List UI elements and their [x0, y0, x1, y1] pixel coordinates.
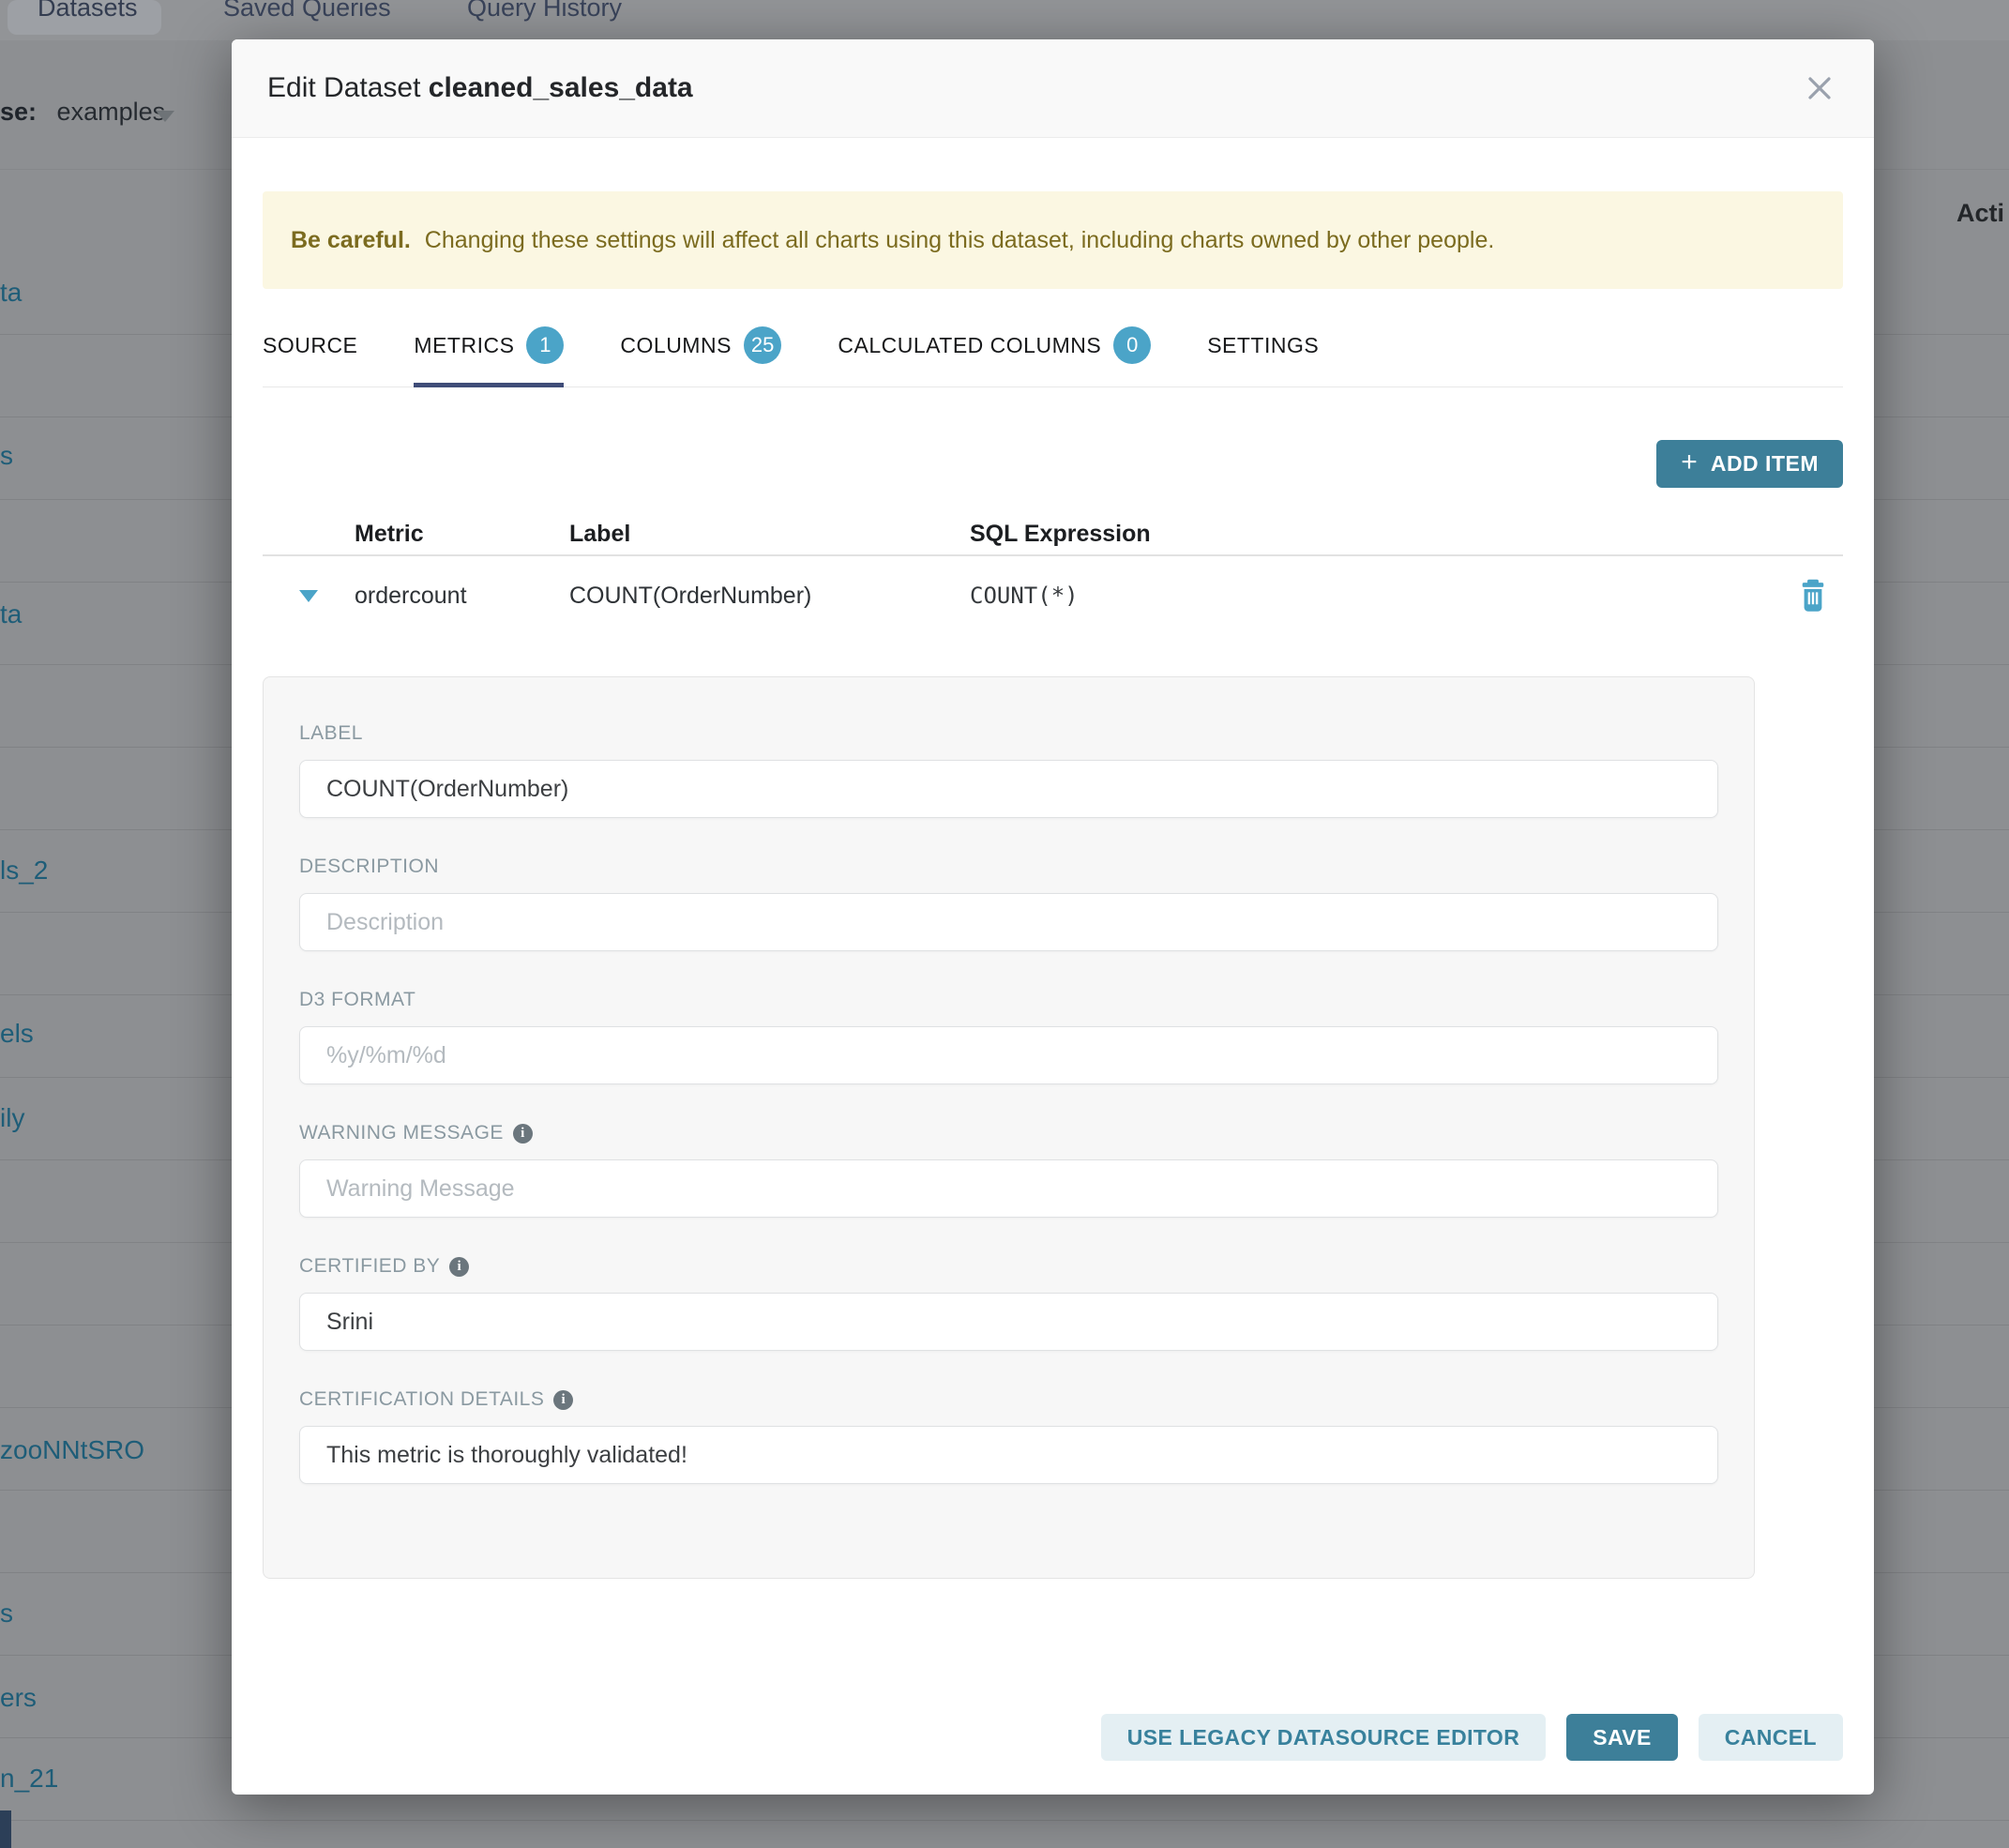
- certification-details-field: CERTIFICATION DETAILS: [299, 1388, 1718, 1484]
- warning-banner-bold: Be careful.: [291, 227, 411, 253]
- background-tab-datasets: Datasets: [38, 0, 138, 23]
- background-bottom-left-element: [0, 1810, 11, 1848]
- warning-banner: Be careful. Changing these settings will…: [263, 191, 1843, 289]
- description-field: DESCRIPTION: [299, 856, 1718, 951]
- collapse-row-caret-icon[interactable]: [299, 590, 318, 602]
- metrics-count-badge: 1: [526, 326, 564, 364]
- tab-columns-label: COLUMNS: [620, 333, 732, 358]
- label-column-header: Label: [569, 521, 970, 548]
- background-actions-column-header: Acti: [1956, 199, 2004, 228]
- metric-label: COUNT(OrderNumber): [569, 583, 970, 610]
- plus-icon: +: [1681, 448, 1698, 477]
- trash-icon: [1798, 579, 1828, 613]
- d3-format-field-label-text: D3 FORMAT: [299, 989, 415, 1011]
- d3-format-field: D3 FORMAT: [299, 989, 1718, 1084]
- metric-column-header: Metric: [355, 521, 569, 548]
- warning-message-field-label-text: WARNING MESSAGE: [299, 1122, 504, 1144]
- save-button[interactable]: SAVE: [1566, 1714, 1678, 1761]
- background-dataset-name-fragment: ta: [0, 278, 22, 308]
- background-database-filter: se: examples: [0, 98, 165, 127]
- info-icon: [449, 1257, 469, 1277]
- modal-body: Be careful. Changing these settings will…: [232, 138, 1874, 1714]
- background-dataset-name-fragment: ily: [0, 1103, 24, 1133]
- certification-details-input[interactable]: [299, 1426, 1718, 1484]
- warning-message-field: WARNING MESSAGE: [299, 1122, 1718, 1218]
- database-filter-label-fragment: se:: [0, 98, 37, 126]
- background-dataset-name-fragment: s: [0, 1598, 13, 1628]
- background-dataset-name-fragment: s: [0, 441, 13, 471]
- modal-footer: USE LEGACY DATASOURCE EDITOR SAVE CANCEL: [232, 1714, 1874, 1795]
- tab-metrics[interactable]: METRICS 1: [414, 310, 564, 386]
- label-field: LABEL: [299, 722, 1718, 818]
- certification-details-field-label: CERTIFICATION DETAILS: [299, 1388, 1718, 1411]
- sql-expression-column-header: SQL Expression: [970, 521, 1782, 548]
- background-dataset-name-fragment: ls_2: [0, 856, 48, 886]
- tab-columns[interactable]: COLUMNS 25: [620, 310, 781, 386]
- database-filter-value: examples: [57, 98, 166, 126]
- info-icon: [513, 1124, 533, 1144]
- certified-by-input[interactable]: [299, 1293, 1718, 1351]
- tab-calculated-columns-label: CALCULATED COLUMNS: [838, 333, 1101, 358]
- background-dataset-name-fragment: els: [0, 1019, 34, 1049]
- warning-message-field-label: WARNING MESSAGE: [299, 1122, 1718, 1144]
- certified-by-field-label-text: CERTIFIED BY: [299, 1255, 440, 1278]
- add-item-label: ADD ITEM: [1711, 451, 1819, 477]
- edit-dataset-modal: Edit Dataset cleaned_sales_data Be caref…: [232, 39, 1874, 1795]
- add-item-row: + ADD ITEM: [263, 440, 1843, 488]
- certification-details-field-label-text: CERTIFICATION DETAILS: [299, 1388, 544, 1411]
- background-dataset-name-fragment: n_21: [0, 1764, 58, 1794]
- background-row-divider: [0, 1820, 2009, 1821]
- close-icon: [1805, 74, 1834, 102]
- d3-format-field-label: D3 FORMAT: [299, 989, 1718, 1011]
- modal-title-prefix: Edit Dataset: [267, 72, 420, 103]
- dataset-editor-tabs: SOURCE METRICS 1 COLUMNS 25 CALCULATED C…: [263, 310, 1843, 387]
- metric-name: ordercount: [355, 583, 569, 610]
- certified-by-field: CERTIFIED BY: [299, 1255, 1718, 1351]
- metric-sql-expression: COUNT(*): [970, 583, 1782, 609]
- description-field-label: DESCRIPTION: [299, 856, 1718, 878]
- chevron-down-icon: [156, 111, 174, 122]
- certified-by-field-label: CERTIFIED BY: [299, 1255, 1718, 1278]
- label-field-label-text: LABEL: [299, 722, 363, 745]
- dataset-name: cleaned_sales_data: [429, 72, 693, 103]
- description-input[interactable]: [299, 893, 1718, 951]
- info-icon: [553, 1390, 573, 1410]
- modal-header: Edit Dataset cleaned_sales_data: [232, 39, 1874, 138]
- background-dataset-name-fragment: ta: [0, 599, 22, 629]
- metrics-table-header: Metric Label SQL Expression: [263, 513, 1843, 554]
- warning-message-input[interactable]: [299, 1159, 1718, 1218]
- background-dataset-name-fragment: ers: [0, 1683, 37, 1713]
- tab-settings[interactable]: SETTINGS: [1207, 310, 1319, 386]
- label-input[interactable]: [299, 760, 1718, 818]
- tab-source-label: SOURCE: [263, 333, 357, 358]
- calculated-columns-count-badge: 0: [1113, 326, 1151, 364]
- label-field-label: LABEL: [299, 722, 1718, 745]
- close-button[interactable]: [1801, 69, 1838, 107]
- add-item-button[interactable]: + ADD ITEM: [1656, 440, 1843, 488]
- modal-title: Edit Dataset cleaned_sales_data: [267, 72, 693, 104]
- background-dataset-name-fragment: zooNNtSRO: [0, 1435, 144, 1465]
- metric-row-ordercount: ordercount COUNT(OrderNumber) COUNT(*): [263, 556, 1843, 635]
- cancel-button[interactable]: CANCEL: [1699, 1714, 1843, 1761]
- warning-banner-text: Changing these settings will affect all …: [425, 227, 1495, 253]
- description-field-label-text: DESCRIPTION: [299, 856, 439, 878]
- delete-metric-button[interactable]: [1782, 579, 1843, 613]
- columns-count-badge: 25: [744, 326, 781, 364]
- tab-settings-label: SETTINGS: [1207, 333, 1319, 358]
- metric-detail-panel: LABEL DESCRIPTION D3 FORMAT WARNING MESS…: [263, 676, 1755, 1579]
- tab-source[interactable]: SOURCE: [263, 310, 357, 386]
- background-tab-saved-queries: Saved Queries: [223, 0, 391, 23]
- background-tab-query-history: Query History: [467, 0, 622, 23]
- tab-calculated-columns[interactable]: CALCULATED COLUMNS 0: [838, 310, 1151, 386]
- tab-metrics-label: METRICS: [414, 333, 514, 358]
- d3-format-input[interactable]: [299, 1026, 1718, 1084]
- use-legacy-datasource-editor-button[interactable]: USE LEGACY DATASOURCE EDITOR: [1101, 1714, 1546, 1761]
